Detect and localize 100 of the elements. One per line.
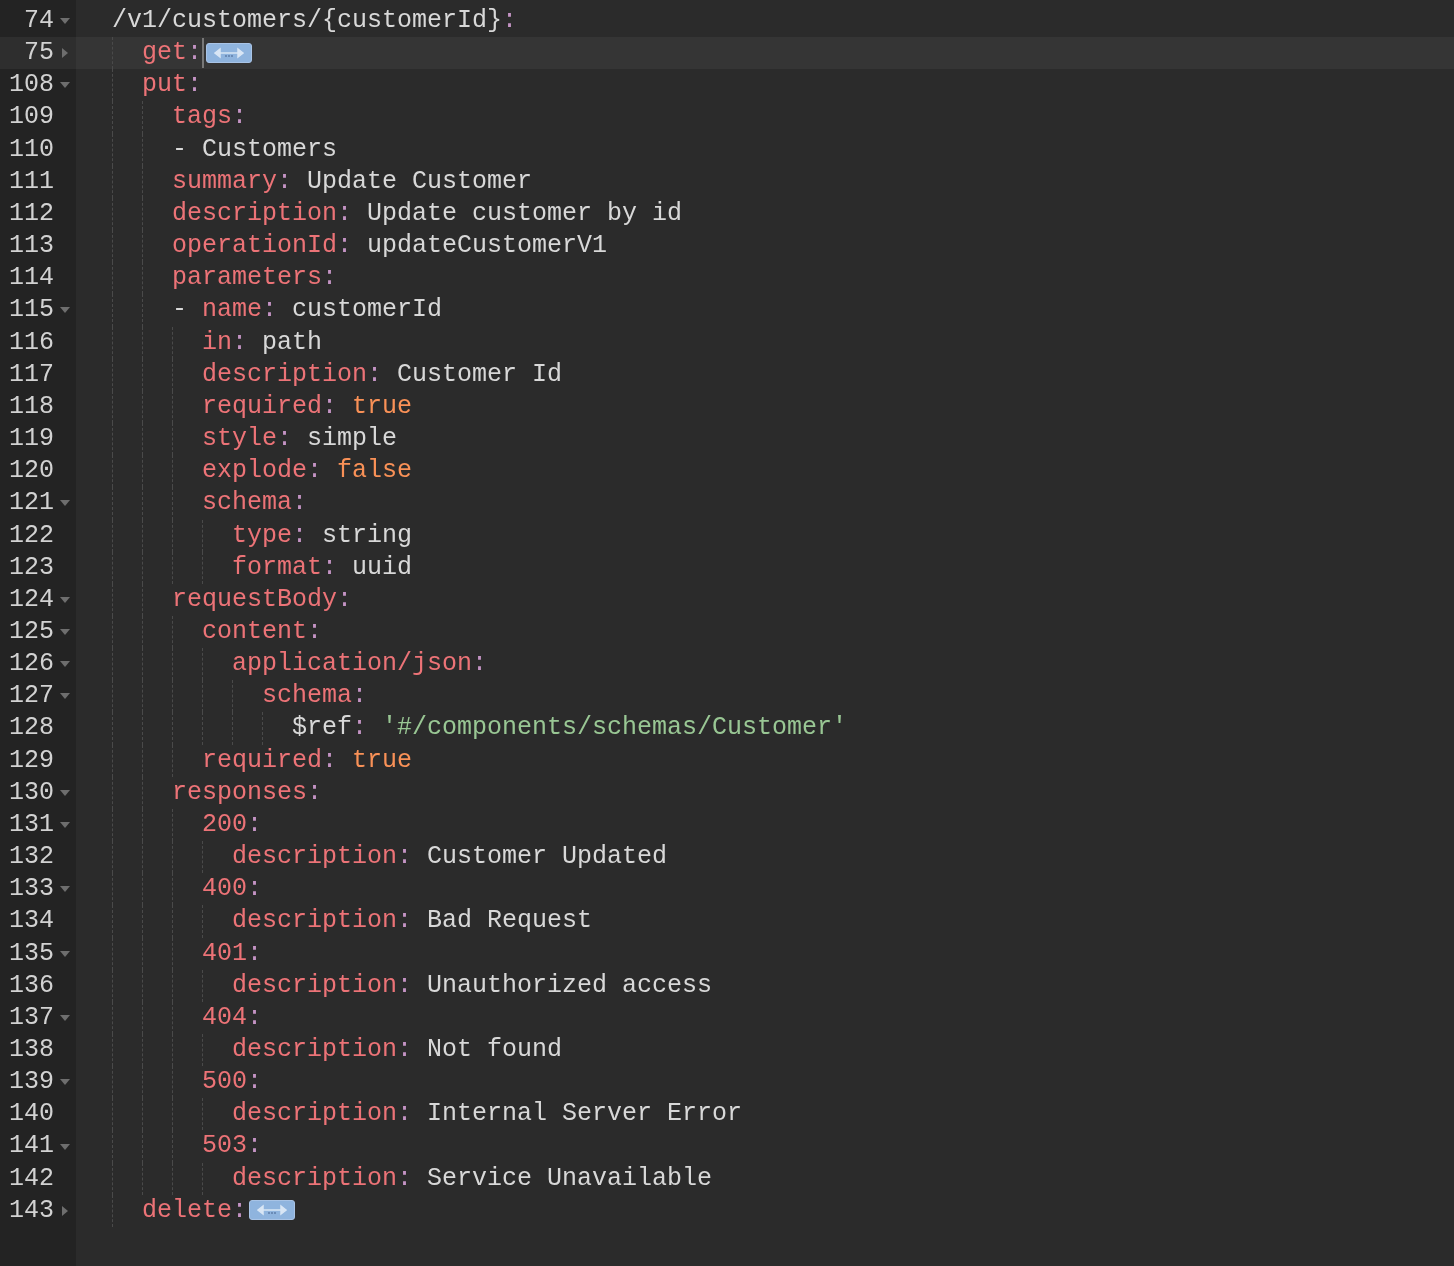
line-number: 122 bbox=[8, 519, 54, 552]
line-number: 116 bbox=[8, 326, 54, 359]
code-text: path bbox=[262, 327, 323, 357]
code-text: Customer Id bbox=[397, 359, 563, 389]
fold-arrow-down-icon[interactable] bbox=[60, 18, 70, 25]
colon: : bbox=[307, 616, 323, 646]
colon: : bbox=[232, 1195, 248, 1225]
yaml-key: description bbox=[232, 1035, 398, 1064]
colon: : bbox=[262, 295, 278, 325]
fold-arrow-down-icon[interactable] bbox=[60, 789, 70, 796]
fold-arrow-down-icon[interactable] bbox=[60, 950, 70, 957]
colon: : bbox=[277, 424, 293, 454]
colon: : bbox=[472, 649, 488, 679]
yaml-key: delete bbox=[142, 1195, 232, 1225]
colon: : bbox=[397, 1163, 413, 1193]
colon: : bbox=[247, 938, 263, 968]
yaml-key: 200 bbox=[202, 809, 247, 839]
line-number: 128 bbox=[8, 712, 54, 745]
yaml-key: 400 bbox=[202, 874, 247, 904]
fold-arrow-down-icon[interactable] bbox=[60, 307, 70, 314]
line-number: 117 bbox=[8, 358, 54, 391]
fold-arrow-right-icon[interactable] bbox=[62, 48, 68, 59]
line-number: 112 bbox=[8, 197, 54, 230]
fold-arrow-right-icon[interactable] bbox=[62, 1205, 68, 1216]
fold-arrow-down-icon[interactable] bbox=[60, 1143, 70, 1150]
yaml-key: name bbox=[202, 295, 263, 325]
yaml-key: type bbox=[232, 520, 292, 550]
folded-code-marker[interactable] bbox=[206, 42, 253, 63]
yaml-key: schema bbox=[202, 488, 292, 518]
colon: : bbox=[247, 1067, 263, 1097]
code-text: customerId bbox=[292, 295, 443, 325]
yaml-key: description bbox=[232, 906, 398, 936]
colon: : bbox=[307, 456, 323, 486]
fold-arrow-down-icon[interactable] bbox=[60, 629, 70, 636]
line-number: 142 bbox=[8, 1162, 54, 1195]
line-number: 113 bbox=[8, 230, 54, 263]
line-number: 127 bbox=[8, 680, 54, 713]
boolean-value: true bbox=[352, 391, 413, 421]
colon: : bbox=[352, 681, 368, 711]
line-number: 115 bbox=[8, 294, 54, 327]
code-text: Customer Updated bbox=[427, 842, 668, 872]
yaml-key: application/json bbox=[232, 649, 473, 679]
line-number: 118 bbox=[8, 390, 54, 423]
line-number: 110 bbox=[8, 133, 54, 166]
colon: : bbox=[292, 520, 308, 550]
code-text: $ref bbox=[292, 713, 352, 743]
code-text: uuid bbox=[352, 552, 413, 582]
yaml-key: description bbox=[202, 359, 368, 389]
folded-code-marker[interactable] bbox=[249, 1200, 296, 1221]
colon: : bbox=[322, 391, 338, 421]
fold-arrow-down-icon[interactable] bbox=[60, 1079, 70, 1086]
line-number: 134 bbox=[8, 905, 54, 938]
code-text: string bbox=[322, 520, 413, 550]
fold-arrow-down-icon[interactable] bbox=[60, 1014, 70, 1021]
line-number: 136 bbox=[8, 969, 54, 1002]
colon: : bbox=[502, 6, 518, 35]
line-number: 121 bbox=[8, 487, 54, 520]
line-number: 132 bbox=[8, 841, 54, 874]
boolean-value: false bbox=[337, 456, 413, 486]
colon: : bbox=[337, 198, 353, 228]
colon: : bbox=[307, 777, 323, 807]
code-text: - Customers bbox=[172, 134, 338, 164]
code-text: Update Customer bbox=[307, 166, 533, 196]
string-value: '#/components/schemas/Customer' bbox=[382, 713, 848, 743]
colon: : bbox=[322, 745, 338, 775]
line-number: 139 bbox=[8, 1066, 54, 1099]
yaml-key: get bbox=[142, 38, 187, 68]
yaml-key: schema bbox=[262, 681, 352, 711]
line-number: 114 bbox=[8, 262, 54, 295]
yaml-key: 500 bbox=[202, 1067, 247, 1097]
yaml-key: in bbox=[202, 327, 232, 357]
yaml-key: 401 bbox=[202, 938, 247, 968]
code-text: Service Unavailable bbox=[427, 1163, 713, 1193]
colon: : bbox=[247, 1002, 263, 1032]
fold-arrow-down-icon[interactable] bbox=[60, 82, 70, 89]
yaml-key: 503 bbox=[202, 1131, 247, 1161]
line-number: 129 bbox=[8, 744, 54, 777]
line-number: 125 bbox=[8, 615, 54, 648]
line-number: 123 bbox=[8, 551, 54, 584]
line-number: 130 bbox=[8, 776, 54, 809]
colon: : bbox=[247, 809, 263, 839]
line-number: 141 bbox=[8, 1130, 54, 1163]
fold-arrow-down-icon[interactable] bbox=[60, 500, 70, 507]
line-number: 140 bbox=[8, 1098, 54, 1131]
line-number: 119 bbox=[8, 423, 54, 456]
line-number: 143 bbox=[8, 1194, 54, 1227]
fold-arrow-down-icon[interactable] bbox=[60, 886, 70, 893]
colon: : bbox=[187, 38, 203, 68]
colon: : bbox=[277, 166, 293, 196]
fold-arrow-down-icon[interactable] bbox=[60, 693, 70, 700]
colon: : bbox=[322, 552, 338, 582]
fold-arrow-down-icon[interactable] bbox=[60, 822, 70, 828]
fold-arrow-down-icon[interactable] bbox=[60, 596, 70, 603]
yaml-key: description bbox=[232, 1099, 398, 1129]
yaml-key: format bbox=[232, 552, 322, 582]
line-number: 135 bbox=[8, 937, 54, 970]
yaml-key: description bbox=[232, 1163, 398, 1193]
colon: : bbox=[292, 488, 308, 518]
line-number: 131 bbox=[8, 808, 54, 841]
fold-arrow-down-icon[interactable] bbox=[60, 661, 70, 668]
